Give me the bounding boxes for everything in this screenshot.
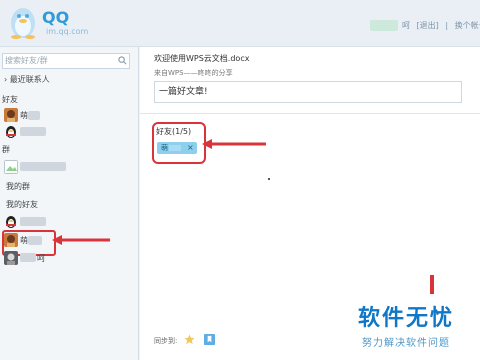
recent-label: 最近联系人 <box>9 75 50 84</box>
user-name-suffix: 呵 <box>402 21 410 30</box>
triangle-right-icon: › <box>4 75 8 84</box>
document-title: 欢迎使用WPS云文档.docx <box>154 54 250 63</box>
chip-remove-button[interactable]: × <box>187 142 194 154</box>
document-source: 来自WPS——咚咚的分享 <box>154 69 233 77</box>
arrow-left-icon <box>52 235 110 245</box>
blurred-name <box>20 217 46 226</box>
watermark-subtitle: 努力解决软件问题 <box>362 338 450 349</box>
qq-penguin-icon <box>11 8 35 39</box>
friend-name[interactable]: 萌 <box>20 110 28 121</box>
qq-penguin-avatar-icon[interactable] <box>4 215 18 229</box>
groups-label[interactable]: 群 <box>2 144 10 155</box>
switch-account-link[interactable]: 换个帐号 <box>455 21 480 30</box>
cursor-dot <box>268 178 270 180</box>
my-friends-label[interactable]: 我的好友 <box>6 199 38 210</box>
logo-text: QQ <box>42 8 70 27</box>
image-placeholder-icon[interactable] <box>4 160 18 174</box>
user-name-blurred <box>370 20 398 31</box>
search-placeholder: 搜索好友/群 <box>5 56 48 65</box>
share-panel: 欢迎使用WPS云文档.docx 来自WPS——咚咚的分享 一篇好文章! 好友(1… <box>140 47 480 360</box>
header: QQ im.qq.com 呵 [退出] | 换个帐号 <box>0 0 480 47</box>
blurred-name <box>20 253 36 262</box>
qq-penguin-avatar-icon[interactable] <box>4 125 18 139</box>
user-links: 呵 [退出] | 换个帐号 <box>402 20 480 31</box>
blurred-name <box>20 127 46 136</box>
sync-label: 同步到: <box>154 337 178 345</box>
watermark: 软件无忧 努力解决软件问题 <box>358 300 470 356</box>
chip-name: 萌 <box>161 144 168 152</box>
chip-blurred-name <box>169 145 181 151</box>
logo-subtitle: im.qq.com <box>46 27 89 36</box>
search-input[interactable]: 搜索好友/群 <box>2 53 130 69</box>
friend-name-suffix[interactable]: 呵 <box>37 253 45 264</box>
friends-group-label[interactable]: 好友 <box>2 94 18 105</box>
blurred-name <box>28 111 40 120</box>
bookmark-icon[interactable] <box>204 334 215 345</box>
sidebar-item-recent[interactable]: › 最近联系人 <box>4 74 50 85</box>
red-mark <box>430 275 434 294</box>
watermark-title: 软件无忧 <box>358 306 455 331</box>
selected-friend-chip[interactable]: 萌 × <box>157 142 197 154</box>
message-input[interactable]: 一篇好文章! <box>154 81 462 103</box>
blurred-group-name <box>20 162 66 171</box>
friend-avatar[interactable] <box>4 251 18 265</box>
arrow-left-icon <box>202 139 266 149</box>
friend-avatar[interactable] <box>4 108 18 122</box>
star-icon[interactable] <box>184 334 195 345</box>
divider <box>140 113 480 114</box>
search-icon[interactable] <box>118 56 127 65</box>
logout-link[interactable]: [退出] <box>417 21 439 30</box>
divider-bar: | <box>445 21 449 30</box>
my-groups-label[interactable]: 我的群 <box>6 181 30 192</box>
sidebar: 搜索好友/群 › 最近联系人 好友 萌 群 我的群 我的好友 萌 呵 <box>0 47 139 360</box>
